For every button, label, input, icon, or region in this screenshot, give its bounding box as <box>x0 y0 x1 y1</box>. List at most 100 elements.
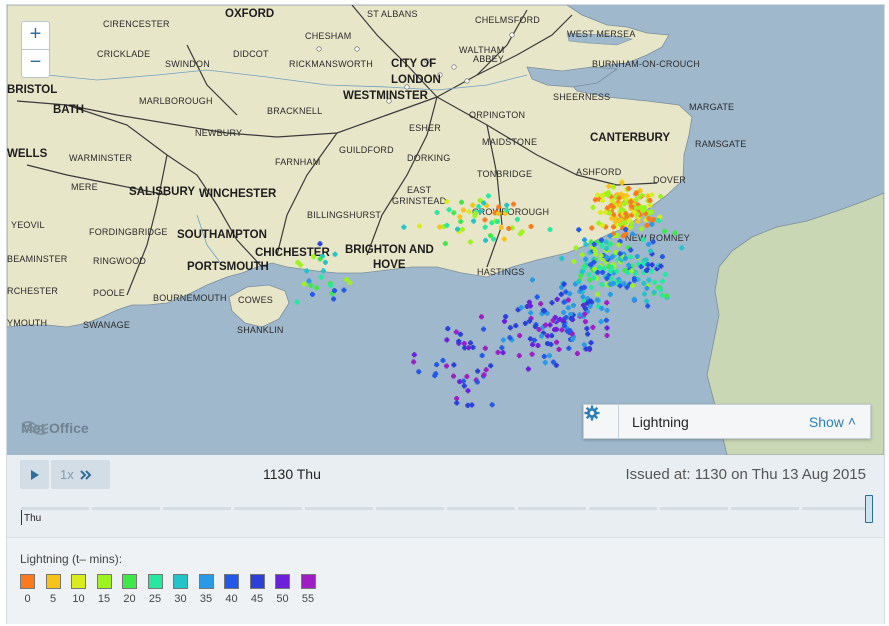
zoom-in-button[interactable]: + <box>21 21 50 50</box>
map-label: MERE <box>71 182 98 192</box>
map-view[interactable]: OXFORD ST ALBANS CHELMSFORD CIRENCESTER CHES… <box>7 5 884 455</box>
lightning-strike-marker <box>534 294 540 300</box>
lightning-strike-marker <box>314 285 320 291</box>
map-label: GUILDFORD <box>339 145 394 155</box>
lightning-strike-marker <box>561 309 567 315</box>
layer-name: Lightning <box>632 414 689 430</box>
legend-swatch <box>249 574 265 589</box>
lightning-strike-marker <box>347 280 353 286</box>
lightning-strike-marker <box>565 305 571 311</box>
timeline-handle[interactable] <box>865 495 873 523</box>
map-label: NEWBURY <box>195 128 242 138</box>
legend-swatch <box>224 574 239 589</box>
map-label: YMOUTH <box>7 318 47 328</box>
legend-label: 45 <box>250 593 264 605</box>
map-label: WEST MERSEA <box>567 29 636 39</box>
map-label: MAIDSTONE <box>482 137 537 147</box>
lightning-strike-marker <box>517 333 523 339</box>
lightning-strike-marker <box>549 300 555 306</box>
legend-swatch <box>20 574 35 589</box>
map-label: COWES <box>238 295 273 305</box>
lightning-strike-marker <box>461 383 467 389</box>
zoom-out-button[interactable]: − <box>21 49 50 78</box>
speed-button[interactable]: 1x <box>51 460 110 489</box>
layer-settings-button[interactable] <box>584 405 619 438</box>
lightning-strike-marker <box>646 277 652 283</box>
timeline-segment <box>92 507 160 510</box>
lightning-strike-marker <box>482 345 488 351</box>
lightning-strike-marker <box>628 254 634 260</box>
map-label: BURNHAM-ON-CROUCH <box>592 59 700 69</box>
lightning-strike-marker <box>481 326 487 332</box>
play-button[interactable] <box>20 460 49 489</box>
timeline-segment <box>234 507 302 510</box>
legend-label: 55 <box>301 593 315 605</box>
lightning-strike-marker <box>644 222 650 228</box>
current-time: 1130 Thu <box>263 466 321 482</box>
map-label: DOVER <box>653 175 686 185</box>
map-label: LONDON <box>391 74 441 86</box>
timeline-segment <box>376 507 444 510</box>
play-icon <box>30 469 39 480</box>
met-office-logo: Met Office <box>21 420 89 436</box>
lightning-strike-marker <box>451 362 457 368</box>
lightning-strike-marker <box>488 363 494 369</box>
lightning-strike-marker <box>604 307 610 313</box>
lightning-strike-marker <box>495 349 501 355</box>
timeline-slider[interactable]: Thu <box>21 495 877 525</box>
legend-label: 20 <box>123 593 136 605</box>
map-label: CHESHAM <box>305 31 351 41</box>
lightning-strike-marker <box>582 319 588 325</box>
map-label: SWINDON <box>165 59 210 69</box>
lightning-strike-marker <box>571 302 577 308</box>
lightning-strike-marker <box>301 281 307 287</box>
lightning-strike-marker <box>645 303 651 309</box>
map-label: ST ALBANS <box>367 9 418 19</box>
lightning-strike-marker <box>598 319 604 325</box>
legend-swatch <box>198 574 214 589</box>
lightning-strike-marker <box>639 226 645 232</box>
legend-swatch <box>45 574 61 589</box>
lightning-strike-marker <box>470 344 476 350</box>
map-label: CANTERBURY <box>590 132 670 144</box>
lightning-strike-marker <box>528 310 534 316</box>
lightning-strike-marker <box>454 395 460 401</box>
map-label: BRACKNELL <box>267 106 322 116</box>
met-office-waves-icon <box>21 421 49 435</box>
legend-label: 35 <box>199 593 213 605</box>
lightning-strike-marker <box>604 300 610 306</box>
timeline-segment <box>447 507 515 510</box>
lightning-strike-marker <box>483 367 489 373</box>
map-label: FARNHAM <box>275 157 320 167</box>
map-canvas[interactable]: OXFORD ST ALBANS CHELMSFORD CIRENCESTER CHES… <box>7 5 884 455</box>
lightning-strike-marker <box>516 353 522 359</box>
layer-show-toggle[interactable]: Show ˄ <box>808 413 856 430</box>
map-label: CRICKLADE <box>97 49 150 59</box>
legend: Lightning (t– mins): 0 5 10 15 20 25 30 35 40 45 5… <box>7 537 884 624</box>
lightning-strike-marker <box>306 278 312 284</box>
lightning-strike-marker <box>499 345 505 351</box>
lightning-strike-marker <box>464 374 470 380</box>
gear-icon <box>584 405 600 421</box>
lightning-strike-marker <box>465 388 471 394</box>
legend-label: 0 <box>24 593 31 605</box>
timeline-segment <box>660 507 728 510</box>
lightning-strike-marker <box>344 277 350 283</box>
timeline-segment <box>731 507 799 510</box>
map-label: DIDCOT <box>233 49 269 59</box>
map-label: BRIGHTON AND <box>345 244 434 256</box>
legend-title: Lightning (t– mins): <box>20 552 123 566</box>
lightning-strike-marker <box>444 363 450 369</box>
layer-show-label: Show <box>808 414 844 430</box>
map-label: EAST <box>407 185 432 195</box>
lightning-strike-marker <box>525 366 531 372</box>
lightning-strike-marker <box>559 255 565 261</box>
lightning-strike-marker <box>571 258 577 264</box>
map-label: RINGWOOD <box>93 256 146 266</box>
map-label: SHANKLIN <box>237 325 284 335</box>
map-label: OXFORD <box>225 8 274 20</box>
lightning-strike-marker <box>309 291 315 297</box>
lightning-strike-marker <box>604 332 610 338</box>
playback-controls: 1x 1130 Thu Issued at: 1130 on Thu 13 Au… <box>7 455 884 537</box>
map-label: MARGATE <box>689 102 734 112</box>
